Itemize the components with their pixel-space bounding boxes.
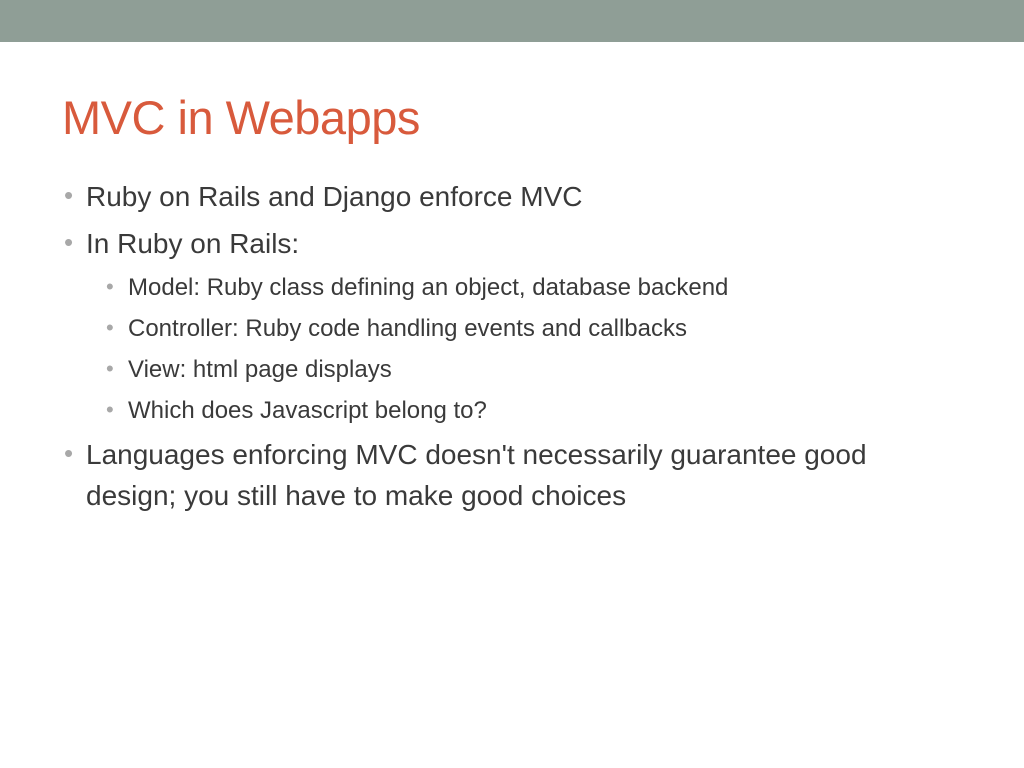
bullet-text: Languages enforcing MVC doesn't necessar…: [86, 439, 867, 511]
bullet-item: Which does Javascript belong to?: [104, 393, 962, 429]
slide-top-bar: [0, 0, 1024, 42]
bullet-list-level-1: Ruby on Rails and Django enforce MVC In …: [62, 177, 962, 516]
bullet-item: Controller: Ruby code handling events an…: [104, 311, 962, 347]
bullet-text: View: html page displays: [128, 356, 392, 383]
slide-title: MVC in Webapps: [62, 90, 962, 145]
bullet-item: View: html page displays: [104, 352, 962, 388]
bullet-item: Model: Ruby class defining an object, da…: [104, 270, 962, 306]
bullet-text: In Ruby on Rails:: [86, 228, 299, 259]
bullet-item: Languages enforcing MVC doesn't necessar…: [62, 435, 962, 516]
bullet-item: Ruby on Rails and Django enforce MVC: [62, 177, 962, 218]
bullet-text: Controller: Ruby code handling events an…: [128, 315, 687, 342]
slide-content: MVC in Webapps Ruby on Rails and Django …: [0, 42, 1024, 516]
bullet-text: Model: Ruby class defining an object, da…: [128, 274, 728, 301]
bullet-list-level-2: Model: Ruby class defining an object, da…: [86, 270, 962, 429]
bullet-text: Ruby on Rails and Django enforce MVC: [86, 181, 582, 212]
bullet-item: In Ruby on Rails: Model: Ruby class defi…: [62, 224, 962, 430]
bullet-text: Which does Javascript belong to?: [128, 397, 487, 424]
